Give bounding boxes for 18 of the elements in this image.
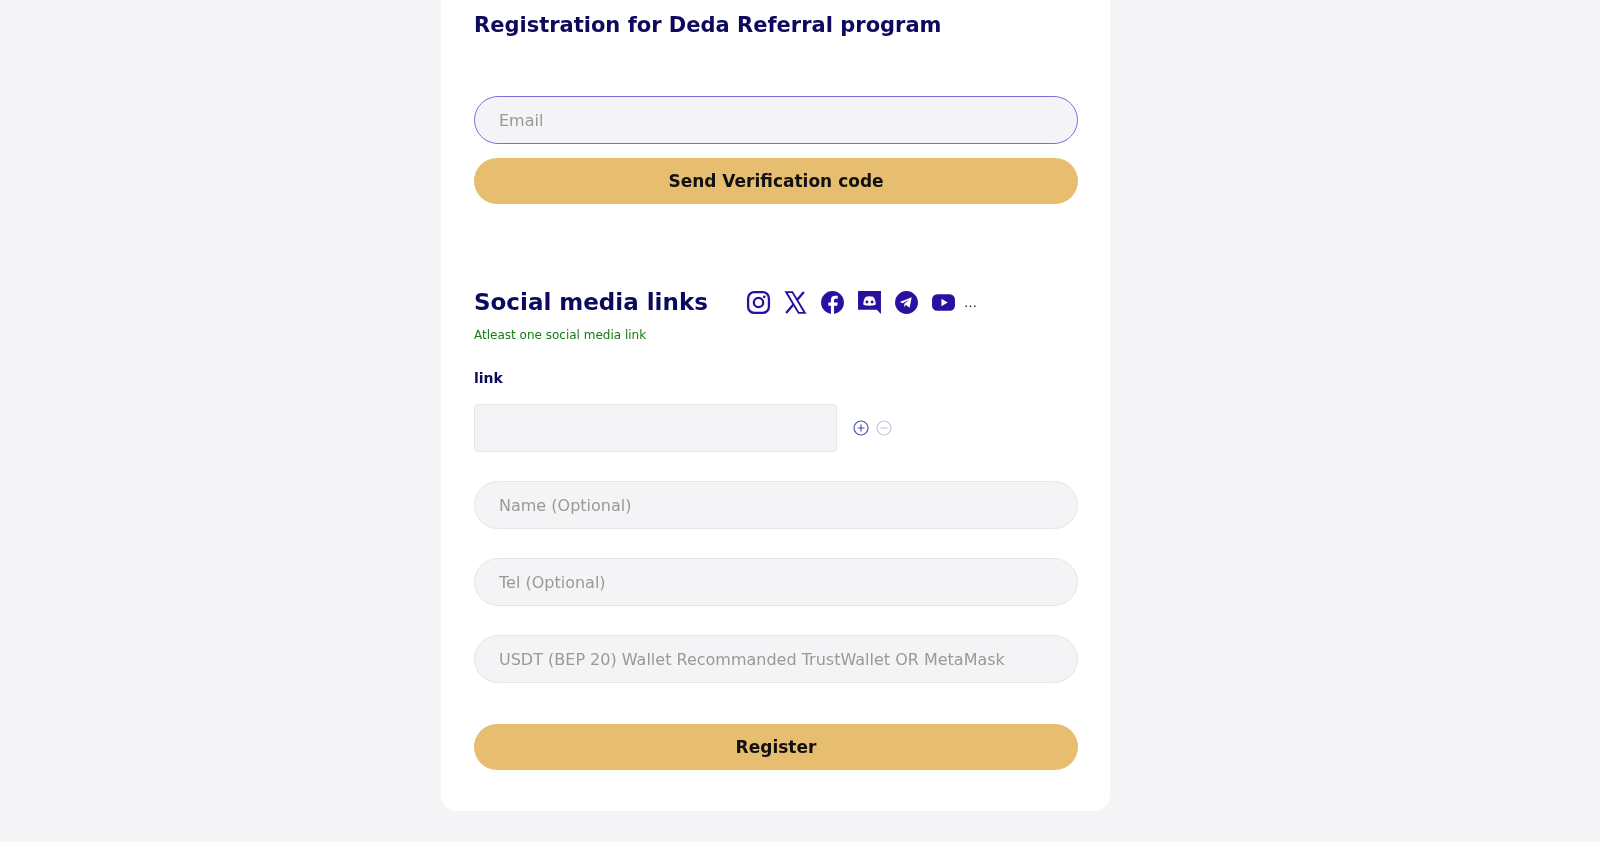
text-field[interactable]: USDT (BEP 20) Wallet Recommanded TrustWallet OR MetaMask: [474, 635, 1078, 683]
add-button[interactable]: [853, 420, 869, 436]
more-text: …: [963, 294, 977, 310]
register-button[interactable]: Register: [474, 724, 1078, 770]
field-label: link: [474, 370, 503, 386]
form-title: Registration for Deda Referral program: [474, 12, 942, 39]
x-icon[interactable]: [782, 289, 808, 315]
text-field[interactable]: Name (Optional): [474, 481, 1078, 529]
link-field[interactable]: [474, 404, 837, 452]
text-field[interactable]: Tel (Optional): [474, 558, 1078, 606]
section-heading: Social media links: [474, 289, 708, 315]
circle-f-icon[interactable]: [819, 289, 845, 315]
paper-plane-icon[interactable]: [893, 289, 919, 315]
email-field[interactable]: Email: [474, 96, 1078, 144]
hint-text: Atleast one social media link: [474, 328, 647, 342]
camera-icon[interactable]: [745, 289, 771, 315]
chat-icon[interactable]: [856, 289, 882, 315]
send-code-button[interactable]: Send Verification code: [474, 158, 1078, 204]
